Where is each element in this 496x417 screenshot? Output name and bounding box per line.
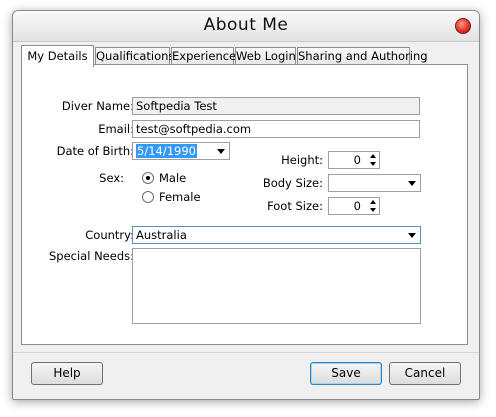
tab-sharing-and-authoring[interactable]: Sharing and Authoring: [297, 47, 428, 65]
height-stepper[interactable]: 0: [328, 151, 380, 169]
tab-qualifications[interactable]: Qualifications: [95, 47, 174, 65]
height-label: Height:: [281, 153, 323, 167]
body-size-label: Body Size:: [262, 176, 323, 190]
save-button[interactable]: Save: [310, 362, 382, 385]
tab-web-login[interactable]: Web Login: [235, 47, 296, 65]
email-label: Email:: [98, 122, 134, 136]
diver-name-field[interactable]: Softpedia Test: [132, 97, 420, 115]
height-value: 0: [353, 153, 361, 167]
close-icon[interactable]: [455, 18, 471, 34]
diver-name-label: Diver Name:: [61, 99, 134, 113]
special-needs-textarea[interactable]: [132, 248, 421, 324]
sex-male-label[interactable]: Male: [159, 171, 186, 185]
tab-my-details[interactable]: My Details: [21, 45, 94, 67]
dob-value: 5/14/1990: [136, 144, 197, 158]
sex-female-radio[interactable]: [142, 191, 154, 203]
email-field[interactable]: test@softpedia.com: [132, 120, 420, 138]
spinner-arrows-icon[interactable]: [368, 199, 378, 213]
country-select[interactable]: Australia: [132, 226, 421, 244]
spinner-arrows-icon[interactable]: [368, 153, 378, 167]
my-details-panel: Diver Name: Softpedia Test Email: test@s…: [21, 64, 468, 345]
sex-female-label[interactable]: Female: [159, 190, 201, 204]
foot-size-value: 0: [353, 199, 361, 213]
tab-experience[interactable]: Experience: [171, 47, 236, 65]
window-title: About Me: [203, 15, 289, 35]
about-me-dialog: About Me My Details Qualifications Exper…: [12, 10, 480, 400]
special-needs-label: Special Needs:: [48, 249, 134, 263]
title-bar[interactable]: About Me: [13, 11, 479, 42]
footer-divider: [13, 352, 479, 353]
cancel-button[interactable]: Cancel: [389, 362, 461, 385]
chevron-down-icon[interactable]: [408, 181, 416, 186]
country-value: Australia: [136, 228, 187, 242]
body-size-select[interactable]: [328, 174, 421, 192]
chevron-down-icon[interactable]: [217, 149, 225, 154]
country-label: Country:: [85, 228, 134, 242]
chevron-down-icon[interactable]: [408, 233, 416, 238]
dob-picker[interactable]: 5/14/1990: [132, 142, 230, 160]
sex-label: Sex:: [99, 171, 124, 185]
foot-size-label: Foot Size:: [267, 199, 323, 213]
dob-label: Date of Birth:: [56, 144, 134, 158]
help-button[interactable]: Help: [31, 362, 103, 385]
foot-size-stepper[interactable]: 0: [328, 197, 380, 215]
sex-male-radio[interactable]: [142, 172, 154, 184]
